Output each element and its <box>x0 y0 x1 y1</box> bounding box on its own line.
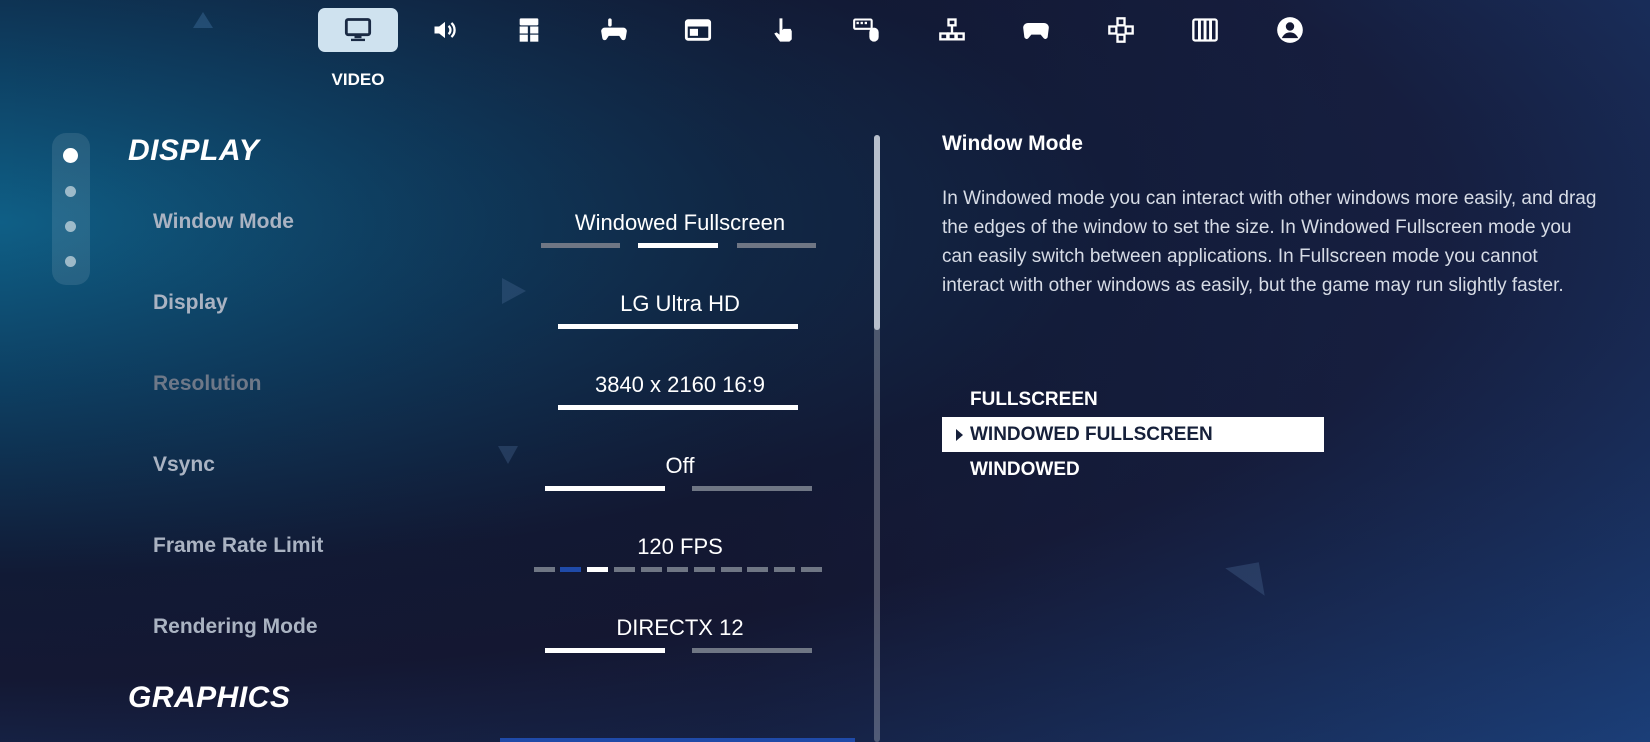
setting-row-frame-rate-limit[interactable]: Frame Rate Limit 120 FPS <box>0 534 860 594</box>
option-segment[interactable] <box>774 567 795 572</box>
tab-keybinds[interactable] <box>1163 8 1248 52</box>
section-title-display: DISPLAY <box>128 134 260 167</box>
option-segment-selected[interactable] <box>558 405 798 410</box>
active-tab-label: VIDEO <box>331 70 385 89</box>
tab-controller-touch[interactable] <box>572 8 657 52</box>
setting-label: Resolution <box>153 372 262 395</box>
description-body: In Windowed mode you can interact with o… <box>942 188 1597 296</box>
setting-value: Off <box>665 453 695 478</box>
description-title: Window Mode <box>942 132 1083 155</box>
section-dot[interactable] <box>65 186 76 197</box>
option-windowed-fullscreen[interactable]: WINDOWED FULLSCREEN <box>942 417 1324 452</box>
option-segment[interactable] <box>534 567 555 572</box>
option-segment-selected[interactable] <box>558 324 798 329</box>
window-mode-option-list: FULLSCREEN WINDOWED FULLSCREEN WINDOWED <box>942 382 1324 487</box>
option-fullscreen[interactable]: FULLSCREEN <box>942 382 1324 417</box>
option-label: FULLSCREEN <box>970 389 1098 410</box>
piano-icon <box>1192 18 1219 42</box>
option-segment-marker[interactable] <box>560 567 581 572</box>
setting-value: Windowed Fullscreen <box>574 210 786 235</box>
option-segment[interactable] <box>641 567 662 572</box>
option-segment[interactable] <box>692 648 812 653</box>
keyboard-mouse-icon <box>853 18 879 42</box>
window-icon <box>685 19 712 41</box>
setting-label: Frame Rate Limit <box>153 534 324 557</box>
caret-right-icon <box>956 429 963 441</box>
option-segment[interactable] <box>541 243 620 248</box>
setting-value: 3840 x 2160 16:9 <box>594 372 766 397</box>
setting-value: DIRECTX 12 <box>616 615 744 640</box>
dpad-icon <box>1107 17 1134 43</box>
setting-label: Window Mode <box>153 210 294 233</box>
setting-row-resolution[interactable]: Resolution 3840 x 2160 16:9 <box>0 372 860 432</box>
option-segment-selected[interactable] <box>545 486 665 491</box>
tab-audio[interactable] <box>403 8 488 52</box>
setting-label: Rendering Mode <box>153 615 318 638</box>
monitor-icon <box>344 18 372 42</box>
option-segment[interactable] <box>801 567 822 572</box>
hierarchy-icon <box>938 18 965 41</box>
row-highlight-strip <box>500 738 855 742</box>
setting-label: Display <box>153 291 228 314</box>
gamepad-icon <box>1023 23 1050 39</box>
option-segment[interactable] <box>694 567 715 572</box>
option-segment[interactable] <box>667 567 688 572</box>
scrollbar-thumb[interactable] <box>874 135 880 330</box>
setting-row-window-mode[interactable]: Window Mode Windowed Fullscreen <box>0 210 860 270</box>
setting-row-vsync[interactable]: Vsync Off <box>0 453 860 513</box>
option-segment-selected[interactable] <box>545 648 665 653</box>
setting-row-display[interactable]: Display LG Ultra HD <box>0 291 860 351</box>
decor-triangle <box>193 12 213 28</box>
account-icon <box>1276 17 1303 43</box>
tab-hierarchy[interactable] <box>910 8 995 52</box>
touch-hand-icon <box>774 18 792 42</box>
option-segment[interactable] <box>721 567 742 572</box>
option-segment[interactable] <box>692 486 812 491</box>
section-dot-display[interactable] <box>63 148 78 163</box>
tab-game[interactable] <box>487 8 572 52</box>
option-label: WINDOWED FULLSCREEN <box>970 424 1213 445</box>
gameplay-grid-icon <box>519 18 539 42</box>
tab-gamepad[interactable] <box>994 8 1079 52</box>
setting-value: 120 FPS <box>637 534 723 559</box>
tab-video[interactable] <box>318 8 398 52</box>
settings-tab-bar <box>318 8 1332 54</box>
setting-row-rendering-mode[interactable]: Rendering Mode DIRECTX 12 <box>0 615 860 675</box>
tab-window[interactable] <box>656 8 741 52</box>
section-title-graphics: GRAPHICS <box>128 681 291 714</box>
tab-dpad[interactable] <box>1079 8 1164 52</box>
tab-touch[interactable] <box>741 8 826 52</box>
setting-label: Vsync <box>153 453 215 476</box>
option-segment-selected[interactable] <box>587 567 608 572</box>
option-windowed[interactable]: WINDOWED <box>942 452 1324 487</box>
option-segment-selected[interactable] <box>638 243 718 248</box>
tab-account[interactable] <box>1248 8 1333 52</box>
setting-value: LG Ultra HD <box>620 291 740 316</box>
speaker-icon <box>434 21 456 39</box>
option-segment[interactable] <box>737 243 816 248</box>
tab-keyboard-mouse[interactable] <box>825 8 910 52</box>
decor-triangle <box>1225 562 1265 602</box>
controller-touch-icon <box>600 18 627 41</box>
option-segment[interactable] <box>747 567 768 572</box>
option-segment[interactable] <box>614 567 635 572</box>
option-label: WINDOWED <box>970 459 1080 480</box>
